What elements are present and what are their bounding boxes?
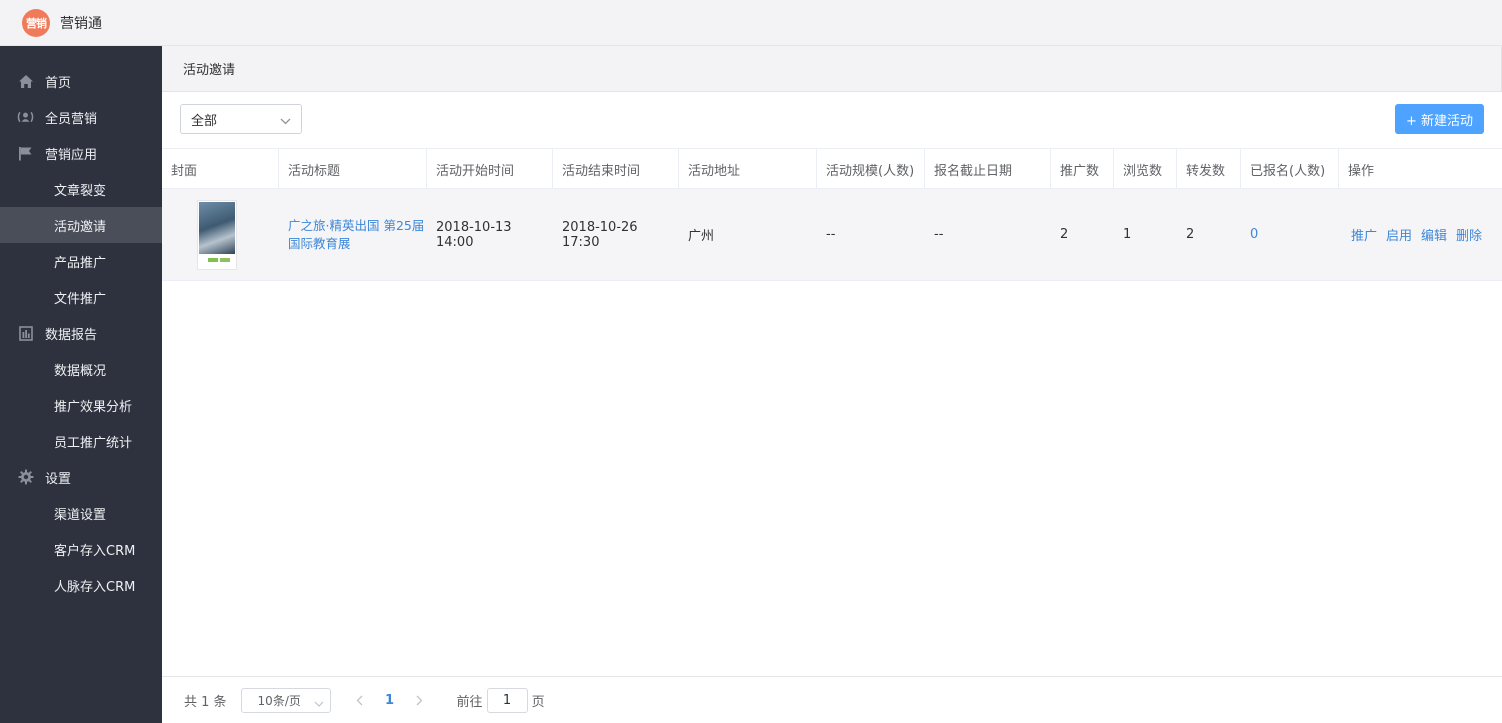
- address-cell: 广州: [688, 229, 715, 244]
- toolbar: 全部 + 新建活动: [162, 92, 1502, 148]
- page-size-select[interactable]: 10条/页: [240, 687, 331, 713]
- sidebar-item-label: 设置: [45, 471, 72, 487]
- page-size-value: 10条/页: [257, 693, 301, 708]
- views-cell: 1: [1123, 227, 1132, 242]
- column-header: 操作: [1348, 163, 1375, 179]
- sidebar-item-promotion-analysis[interactable]: 推广效果分析: [0, 387, 162, 423]
- column-header: 活动标题: [279, 149, 427, 189]
- sidebar-item-customer-crm[interactable]: 客户存入CRM: [0, 531, 162, 567]
- actions-cell: 推广 启用 编辑 删除: [1339, 189, 1502, 280]
- app-logo[interactable]: 营销: [22, 8, 50, 37]
- promote-action[interactable]: 推广: [1351, 225, 1377, 244]
- sidebar-item-settings[interactable]: 设置: [0, 459, 162, 495]
- status-filter-value: 全部: [191, 113, 218, 129]
- broadcast-user-icon: [17, 109, 34, 126]
- flag-icon: [17, 145, 34, 162]
- sidebar: 首页 全员营销 营销应用 文章裂变 活动邀请 产品推广 文件推广 数据报告 数据…: [0, 46, 162, 723]
- table-header: 封面 活动标题 活动开始时间 活动结束时间 活动地址 活动规模(人数) 报名截止…: [162, 148, 1502, 189]
- events-table: 封面 活动标题 活动开始时间 活动结束时间 活动地址 活动规模(人数) 报名截止…: [162, 148, 1502, 281]
- promotions-cell: 2: [1060, 227, 1069, 242]
- sidebar-item-event-invitation[interactable]: 活动邀请: [0, 207, 162, 243]
- column-header: 浏览数: [1114, 149, 1177, 189]
- gear-icon: [17, 469, 34, 486]
- cover-image: [199, 201, 235, 254]
- sidebar-item-article-fission[interactable]: 文章裂变: [0, 171, 162, 207]
- sidebar-item-label: 数据概况: [54, 363, 107, 379]
- registered-cell: 0: [1241, 189, 1339, 280]
- scale-cell: --: [826, 227, 836, 242]
- cover-logo-mark: [220, 257, 230, 262]
- shares-cell: 2: [1186, 227, 1195, 242]
- next-page-button[interactable]: [405, 695, 435, 706]
- sidebar-item-contacts-crm[interactable]: 人脉存入CRM: [0, 567, 162, 603]
- sidebar-item-label: 产品推广: [54, 255, 107, 271]
- column-header: 报名截止日期: [925, 149, 1051, 189]
- sidebar-item-label: 员工推广统计: [54, 435, 133, 451]
- delete-action[interactable]: 删除: [1456, 225, 1482, 244]
- column-header: 推广数: [1051, 149, 1114, 189]
- sidebar-item-home[interactable]: 首页: [0, 63, 162, 99]
- page-title-bar: 活动邀请: [162, 46, 1502, 92]
- column-header: 活动地址: [679, 149, 817, 189]
- total-count: 共 1 条: [184, 694, 227, 710]
- sidebar-item-label: 全员营销: [45, 111, 98, 127]
- chevron-left-icon: [356, 695, 363, 705]
- sidebar-item-label: 文章裂变: [54, 183, 107, 199]
- new-event-button[interactable]: + 新建活动: [1395, 104, 1484, 134]
- sidebar-item-label: 数据报告: [45, 327, 98, 343]
- sidebar-item-label: 首页: [45, 75, 72, 91]
- cover-logo-mark: [208, 257, 218, 262]
- app-title: 营销通: [60, 15, 102, 32]
- sidebar-item-label: 营销应用: [45, 147, 98, 163]
- cover-thumbnail[interactable]: [197, 199, 237, 270]
- sidebar-item-marketing-apps[interactable]: 营销应用: [0, 135, 162, 171]
- event-title-cell: 广之旅·精英出国 第25届国际教育展: [279, 189, 427, 280]
- pagination: 共 1 条 10条/页 1 前往 页: [162, 676, 1502, 723]
- column-header: 封面: [162, 149, 279, 189]
- end-time-cell: 2018-10-26 17:30: [562, 219, 638, 250]
- page-title: 活动邀请: [183, 63, 236, 78]
- sidebar-item-data-report[interactable]: 数据报告: [0, 315, 162, 351]
- start-time-cell: 2018-10-13 14:00: [436, 219, 512, 250]
- sidebar-item-all-staff-marketing[interactable]: 全员营销: [0, 99, 162, 135]
- edit-action[interactable]: 编辑: [1421, 225, 1447, 244]
- column-header: 已报名(人数): [1241, 149, 1339, 189]
- event-title-link[interactable]: 广之旅·精英出国 第25届国际教育展: [288, 217, 427, 253]
- goto-page-input[interactable]: [486, 687, 528, 713]
- sidebar-item-file-promotion[interactable]: 文件推广: [0, 279, 162, 315]
- chevron-right-icon: [416, 695, 423, 705]
- goto-suffix: 页: [531, 694, 545, 710]
- column-header: 活动结束时间: [553, 149, 679, 189]
- chevron-down-icon: [314, 696, 324, 710]
- sidebar-item-label: 推广效果分析: [54, 399, 133, 415]
- table-row[interactable]: 广之旅·精英出国 第25届国际教育展 2018-10-13 14:00 2018…: [162, 189, 1502, 281]
- sidebar-item-label: 文件推广: [54, 291, 107, 307]
- main-content: 活动邀请 全部 + 新建活动 封面 活动标题 活动开始时间 活动结束时间 活动地…: [162, 46, 1502, 723]
- sidebar-item-label: 人脉存入CRM: [54, 579, 136, 595]
- status-filter-select[interactable]: 全部: [180, 104, 302, 134]
- column-header: 转发数: [1177, 149, 1241, 189]
- enable-action[interactable]: 启用: [1386, 225, 1412, 244]
- cover-cell: [162, 189, 279, 280]
- sidebar-item-staff-promotion-stats[interactable]: 员工推广统计: [0, 423, 162, 459]
- sidebar-item-data-overview[interactable]: 数据概况: [0, 351, 162, 387]
- sidebar-item-label: 活动邀请: [54, 219, 107, 235]
- sidebar-item-channel-settings[interactable]: 渠道设置: [0, 495, 162, 531]
- report-icon: [17, 325, 34, 342]
- column-header: 活动开始时间: [427, 149, 553, 189]
- top-bar: 营销 营销通: [0, 0, 1502, 46]
- column-header: 活动规模(人数): [817, 149, 925, 189]
- page-number-current[interactable]: 1: [375, 693, 405, 708]
- registered-count-link[interactable]: 0: [1250, 227, 1258, 242]
- home-icon: [17, 73, 34, 90]
- sidebar-item-label: 客户存入CRM: [54, 543, 136, 559]
- sidebar-item-label: 渠道设置: [54, 507, 107, 523]
- goto-label: 前往: [456, 694, 483, 710]
- deadline-cell: --: [934, 227, 944, 242]
- sidebar-item-product-promotion[interactable]: 产品推广: [0, 243, 162, 279]
- chevron-down-icon: [280, 114, 291, 129]
- prev-page-button[interactable]: [345, 695, 375, 706]
